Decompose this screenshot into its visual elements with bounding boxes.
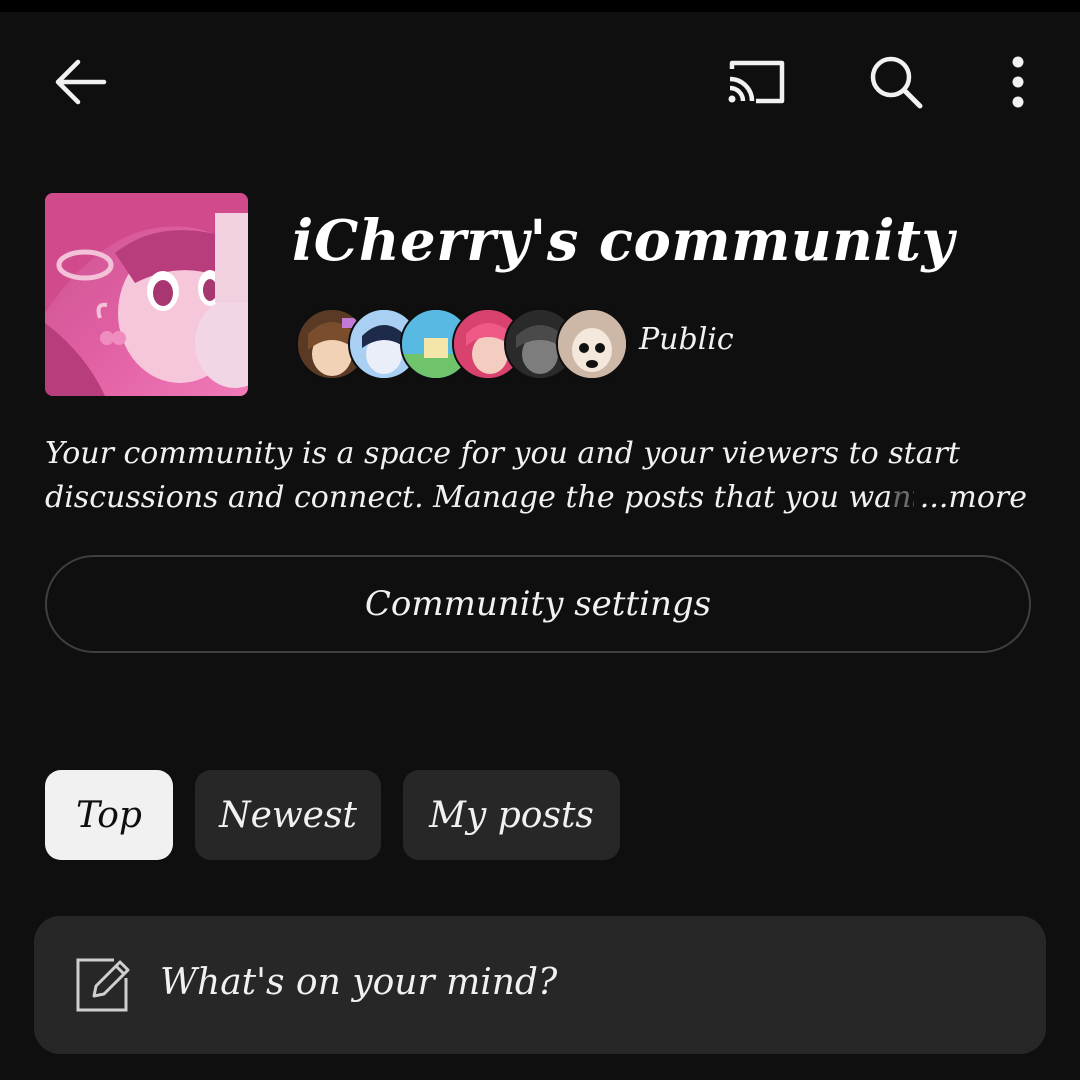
- channel-avatar[interactable]: [45, 193, 248, 396]
- edit-icon: [76, 958, 130, 1012]
- back-button[interactable]: [40, 52, 120, 112]
- chip-top[interactable]: Top: [45, 770, 173, 860]
- composer-placeholder: What's on your mind?: [160, 962, 558, 1003]
- arrow-left-icon: [55, 59, 107, 105]
- more-vertical-icon: [1012, 56, 1024, 108]
- community-settings-button[interactable]: Community settings: [45, 555, 1031, 653]
- visibility-label: Public: [639, 322, 734, 357]
- search-icon: [870, 56, 923, 109]
- avatar-artwork: [45, 193, 248, 396]
- status-bar: [0, 0, 1080, 12]
- post-composer[interactable]: What's on your mind?: [34, 916, 1046, 1054]
- description-line-2-text: discussions and connect. Manage the post…: [45, 480, 893, 515]
- community-description[interactable]: Your community is a space for you and yo…: [45, 432, 1035, 520]
- chip-newest[interactable]: Newest: [195, 770, 381, 860]
- community-title: iCherry's community: [292, 208, 955, 274]
- top-app-bar: [0, 40, 1080, 124]
- member-avatar: [556, 308, 628, 380]
- description-line-2: discussions and connect. Manage the post…: [45, 476, 1035, 520]
- cast-icon: [728, 60, 785, 104]
- community-screen: iCherry's community Public Your communit…: [0, 0, 1080, 1080]
- member-avatar-stack[interactable]: [296, 308, 628, 380]
- chip-my-posts[interactable]: My posts: [403, 770, 620, 860]
- search-button[interactable]: [856, 50, 936, 114]
- description-line-1: Your community is a space for you and yo…: [45, 436, 960, 471]
- more-link[interactable]: ...more: [913, 476, 1027, 520]
- cast-button[interactable]: [716, 50, 796, 114]
- more-options-button[interactable]: [988, 50, 1048, 114]
